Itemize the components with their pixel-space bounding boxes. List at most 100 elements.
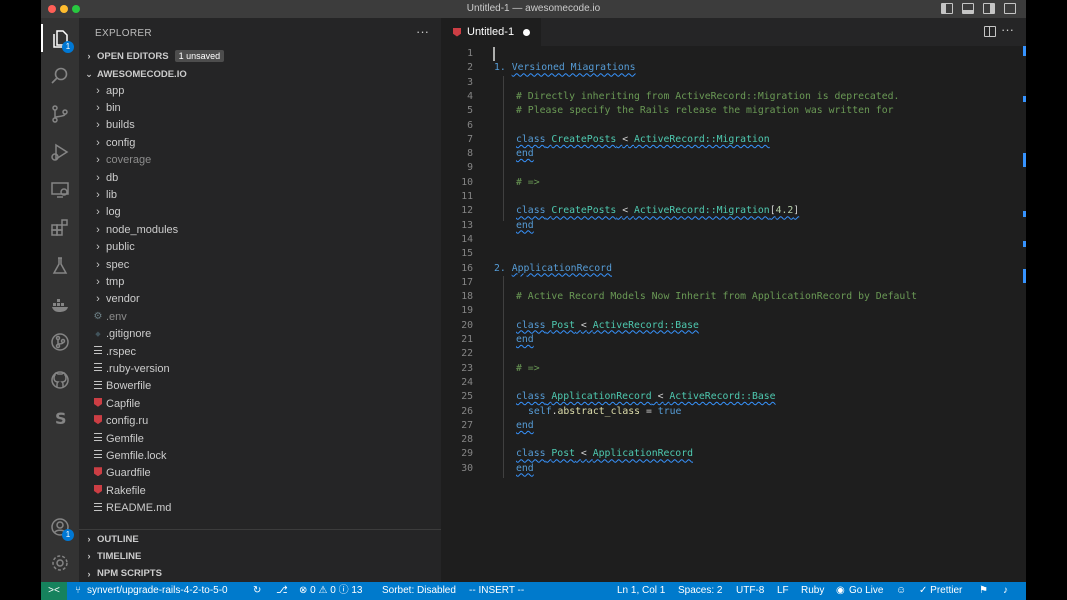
line-content: class Post < ActiveRecord::Base [516,319,699,331]
tree-item[interactable]: Capfile [79,395,441,412]
text-file-icon [91,433,105,444]
tree-item[interactable]: Rakefile [79,482,441,499]
line-number: 7 [467,133,473,145]
sync-icon[interactable]: ↻ [253,582,261,600]
tree-item-label: Capfile [106,397,141,410]
text-file-icon [91,380,105,392]
tree-item[interactable]: ⚙ .env [79,308,441,325]
sorbet-status[interactable]: Sorbet: Disabled [382,582,456,600]
tree-item[interactable]: › log [79,204,441,221]
tree-item[interactable]: Bowerfile [79,378,441,395]
project-section[interactable]: ⌄ AWESOMECODE.IO [79,65,441,83]
copilot-icon[interactable]: ☺ [896,582,906,600]
notifications-bell-icon[interactable]: ♪ [1003,582,1008,600]
tree-item-label: node_modules [106,223,179,236]
tree-item-label: .ruby-version [106,362,170,375]
toggle-primary-sidebar-icon[interactable] [941,3,953,14]
split-editor-icon[interactable] [984,26,996,37]
github-icon[interactable] [49,369,71,391]
line-number: 29 [461,448,473,460]
tree-item-label: config.ru [106,415,149,428]
tree-item[interactable]: › tmp [79,273,441,290]
toggle-panel-icon[interactable] [962,3,974,14]
indentation[interactable]: Spaces: 2 [678,582,722,600]
customize-layout-icon[interactable] [1004,3,1016,14]
line-content: class CreatePosts < ActiveRecord::Migrat… [516,205,800,217]
overview-marker [1023,269,1026,283]
line-content: # Directly inheriting from ActiveRecord:… [516,90,900,102]
tree-item[interactable]: › node_modules [79,221,441,238]
tree-item[interactable]: config.ru [79,413,441,430]
section-timeline[interactable]: › TIMELINE [79,547,441,565]
encoding[interactable]: UTF-8 [736,582,764,600]
feedback-icon[interactable]: ⚑ [979,582,988,600]
line-number: 28 [461,434,473,446]
window-title: Untitled-1 — awesomecode.io [466,3,601,14]
tree-item[interactable]: › db [79,169,441,186]
chevron-right-icon: › [87,551,91,562]
line-number: 9 [467,162,473,174]
editor-more-actions[interactable]: ··· [1001,22,1014,37]
tree-item[interactable]: › vendor [79,291,441,308]
tree-item[interactable]: .rspec [79,343,441,360]
tree-item[interactable]: › app [79,82,441,99]
tree-item[interactable]: Gemfile [79,430,441,447]
tree-item[interactable]: ◆ .gitignore [79,326,441,343]
cursor-position[interactable]: Ln 1, Col 1 [617,582,665,600]
section-npm-scripts[interactable]: › NPM SCRIPTS [79,565,441,583]
explorer-icon[interactable]: 1 [49,28,74,53]
tree-item[interactable]: › lib [79,186,441,203]
end-of-line[interactable]: LF [777,582,789,600]
remote-explorer-icon[interactable] [49,179,71,201]
open-editors-label: OPEN EDITORS [97,50,169,62]
line-content: self.abstract_class = true [528,405,682,417]
run-debug-icon[interactable] [49,141,71,163]
toggle-secondary-sidebar-icon[interactable] [983,3,995,14]
code-line: 4 # Directly inheriting from ActiveRecord… [441,90,1026,104]
tree-item[interactable]: Gemfile.lock [79,447,441,464]
source-control-icon[interactable] [49,103,71,125]
line-number: 22 [461,348,473,360]
line-number: 2 [467,62,473,74]
branch-name[interactable]: synvert/upgrade-rails-4-2-to-5-0 [87,582,228,600]
gitlens-status-icon[interactable]: ⎇ [276,582,288,600]
unsaved-dot-icon[interactable] [523,28,531,36]
language-mode[interactable]: Ruby [801,582,824,600]
extensions-icon[interactable] [49,217,71,239]
tree-item[interactable]: README.md [79,500,441,517]
explorer-title: EXPLORER [95,28,152,39]
go-live-button[interactable]: Go Live [849,582,883,600]
problems-status[interactable]: ⊗ 0 ⚠ 0 ⓘ 13 [299,582,362,600]
tree-item[interactable]: .ruby-version [79,360,441,377]
remote-indicator[interactable]: >< [41,582,67,600]
testing-icon[interactable] [49,255,71,277]
gitlens-icon[interactable] [49,331,71,353]
tree-item[interactable]: › config [79,134,441,151]
sorbet-icon[interactable]: S [49,407,71,429]
tree-item[interactable]: › spec [79,256,441,273]
line-number: 5 [467,105,473,117]
tree-item[interactable]: › bin [79,99,441,116]
prettier-status[interactable]: ✓ Prettier [919,582,962,600]
code-line: 6 [441,119,1026,133]
docker-icon[interactable] [49,293,71,315]
search-icon[interactable] [49,65,71,87]
code-line: 23 # => [441,362,1026,376]
manage-gear-icon[interactable] [49,552,71,574]
account-icon[interactable]: 1 [49,516,74,541]
explorer-more-actions[interactable]: ··· [416,24,429,39]
unsaved-badge: 1 unsaved [174,50,225,62]
tree-item-label: Gemfile [106,432,144,445]
tree-item[interactable]: › public [79,239,441,256]
code-line: 27 end [441,419,1026,433]
tree-item[interactable]: › coverage [79,152,441,169]
code-line: 11 [441,190,1026,204]
tree-item[interactable]: › builds [79,117,441,134]
open-editors-section[interactable]: › OPEN EDITORS 1 unsaved [79,47,441,65]
section-outline[interactable]: › OUTLINE [79,530,441,548]
section-label: NPM SCRIPTS [97,568,162,580]
code-editor[interactable]: 1 2 1. Versioned Miagrations 3 4 # Directly i… [441,46,1026,582]
code-line: 1 [441,47,1026,61]
tree-item[interactable]: Guardfile [79,465,441,482]
tab-untitled-1[interactable]: Untitled-1 [441,18,541,46]
